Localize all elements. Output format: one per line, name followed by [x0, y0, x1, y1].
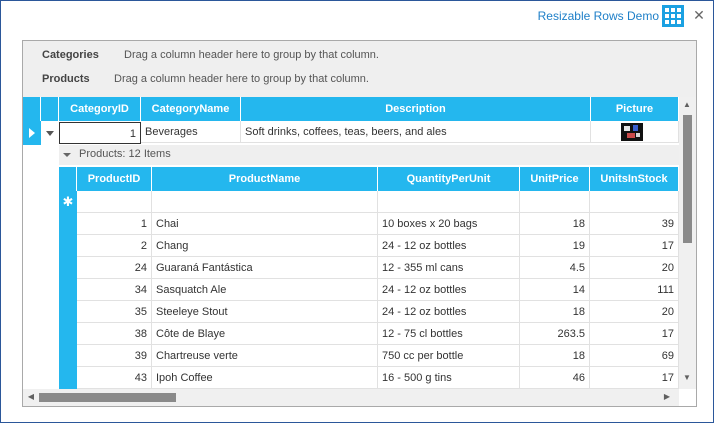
product-id-cell[interactable]: 24 [77, 257, 152, 279]
group-panel: Categories Drag a column header here to … [23, 41, 696, 97]
product-quantity-cell[interactable]: 750 cc per bottle [378, 345, 520, 367]
product-name-cell[interactable]: Chang [152, 235, 378, 257]
category-id-cell[interactable]: 1 [59, 122, 141, 144]
product-name-cell[interactable]: Côte de Blaye [152, 323, 378, 345]
product-id-cell[interactable]: 39 [77, 345, 152, 367]
product-unitsinstock-cell[interactable]: 69 [590, 345, 679, 367]
product-id-cell[interactable]: 35 [77, 301, 152, 323]
data-grid: Categories Drag a column header here to … [22, 40, 697, 407]
product-unitprice-cell[interactable]: 18 [520, 345, 590, 367]
category-description-cell[interactable]: Soft drinks, coffees, teas, beers, and a… [241, 121, 591, 143]
collapse-chevron-icon[interactable] [41, 121, 59, 145]
window-title: Resizable Rows Demo [537, 9, 659, 23]
product-unitsinstock-cell[interactable]: 39 [590, 213, 679, 235]
scroll-left-icon[interactable]: ◀ [25, 392, 37, 401]
product-quantity-cell[interactable]: 10 boxes x 20 bags [378, 213, 520, 235]
product-quantity-cell[interactable]: 24 - 12 oz bottles [378, 279, 520, 301]
new-row-cell[interactable] [152, 191, 378, 213]
group-hint: Drag a column header here to group by th… [124, 49, 379, 61]
product-id-cell[interactable]: 38 [77, 323, 152, 345]
product-quantity-cell[interactable]: 24 - 12 oz bottles [378, 235, 520, 257]
product-unitprice-cell[interactable]: 4.5 [520, 257, 590, 279]
row-selector[interactable] [59, 323, 77, 345]
new-row-cell[interactable] [520, 191, 590, 213]
products-group-header[interactable]: Products: 12 Items [59, 145, 679, 165]
product-id-cell[interactable]: 43 [77, 367, 152, 389]
product-unitsinstock-cell[interactable]: 17 [590, 235, 679, 257]
row-selector[interactable] [59, 213, 77, 235]
product-quantity-cell[interactable]: 12 - 355 ml cans [378, 257, 520, 279]
products-group-label: Products: 12 Items [79, 148, 171, 160]
product-unitprice-cell[interactable]: 18 [520, 301, 590, 323]
column-header-quantityperunit[interactable]: QuantityPerUnit [378, 167, 520, 191]
column-header-picture[interactable]: Picture [591, 97, 679, 121]
app-grid-icon [662, 5, 684, 27]
column-header-categoryid[interactable]: CategoryID [59, 97, 141, 121]
product-name-cell[interactable]: Guaraná Fantástica [152, 257, 378, 279]
product-unitsinstock-cell[interactable]: 17 [590, 323, 679, 345]
column-header-unitprice[interactable]: UnitPrice [520, 167, 590, 191]
group-row-products[interactable]: Products Drag a column header here to gr… [23, 67, 696, 91]
new-row-cell[interactable] [77, 191, 152, 213]
scroll-down-icon[interactable]: ▼ [681, 373, 693, 382]
product-quantity-cell[interactable]: 12 - 75 cl bottles [378, 323, 520, 345]
category-picture-cell[interactable] [591, 121, 679, 143]
header-expander [41, 97, 59, 121]
group-row-categories[interactable]: Categories Drag a column header here to … [23, 43, 696, 67]
new-row-cell[interactable] [378, 191, 520, 213]
column-header-productid[interactable]: ProductID [77, 167, 152, 191]
product-unitsinstock-cell[interactable]: 20 [590, 257, 679, 279]
product-name-cell[interactable]: Chai [152, 213, 378, 235]
row-selector[interactable] [59, 279, 77, 301]
product-unitprice-cell[interactable]: 19 [520, 235, 590, 257]
header-indicator [23, 97, 41, 121]
row-indicator-icon[interactable] [23, 121, 41, 145]
close-icon[interactable]: ✕ [691, 7, 707, 23]
product-unitprice-cell[interactable]: 263.5 [520, 323, 590, 345]
product-name-cell[interactable]: Steeleye Stout [152, 301, 378, 323]
row-selector[interactable] [59, 367, 77, 389]
product-unitprice-cell[interactable]: 46 [520, 367, 590, 389]
row-selector[interactable] [59, 235, 77, 257]
horizontal-scrollbar[interactable]: ◀ ▶ [23, 389, 679, 406]
category-picture [621, 123, 643, 141]
product-unitsinstock-cell[interactable]: 20 [590, 301, 679, 323]
vertical-scrollbar[interactable]: ▲ ▼ [679, 97, 696, 389]
product-id-cell[interactable]: 1 [77, 213, 152, 235]
row-selector[interactable] [59, 345, 77, 367]
row-selector[interactable] [59, 257, 77, 279]
expand-chevron-icon[interactable] [61, 145, 73, 165]
scroll-right-icon[interactable]: ▶ [661, 392, 673, 401]
vertical-scroll-thumb[interactable] [683, 115, 692, 243]
scroll-up-icon[interactable]: ▲ [681, 100, 693, 109]
new-row-icon[interactable]: ✱ [59, 191, 77, 213]
product-unitprice-cell[interactable]: 14 [520, 279, 590, 301]
column-header-productname[interactable]: ProductName [152, 167, 378, 191]
demo-window: Resizable Rows Demo ✕ Categories Drag a … [0, 0, 714, 423]
group-hint: Drag a column header here to group by th… [114, 73, 369, 85]
product-unitsinstock-cell[interactable]: 17 [590, 367, 679, 389]
product-name-cell[interactable]: Sasquatch Ale [152, 279, 378, 301]
product-unitsinstock-cell[interactable]: 111 [590, 279, 679, 301]
product-name-cell[interactable]: Ipoh Coffee [152, 367, 378, 389]
group-label: Categories [42, 49, 99, 61]
product-quantity-cell[interactable]: 24 - 12 oz bottles [378, 301, 520, 323]
product-id-cell[interactable]: 2 [77, 235, 152, 257]
title-bar: Resizable Rows Demo ✕ [1, 1, 713, 31]
category-name-cell[interactable]: Beverages [141, 121, 241, 143]
column-header-unitsinstock[interactable]: UnitsInStock [590, 167, 679, 191]
row-selector[interactable] [59, 301, 77, 323]
product-unitprice-cell[interactable]: 18 [520, 213, 590, 235]
horizontal-scroll-thumb[interactable] [39, 393, 176, 402]
product-header-indicator [59, 167, 77, 191]
product-name-cell[interactable]: Chartreuse verte [152, 345, 378, 367]
new-row-cell[interactable] [590, 191, 679, 213]
group-label: Products [42, 73, 90, 85]
column-header-categoryname[interactable]: CategoryName [141, 97, 241, 121]
column-header-description[interactable]: Description [241, 97, 591, 121]
product-id-cell[interactable]: 34 [77, 279, 152, 301]
product-quantity-cell[interactable]: 16 - 500 g tins [378, 367, 520, 389]
